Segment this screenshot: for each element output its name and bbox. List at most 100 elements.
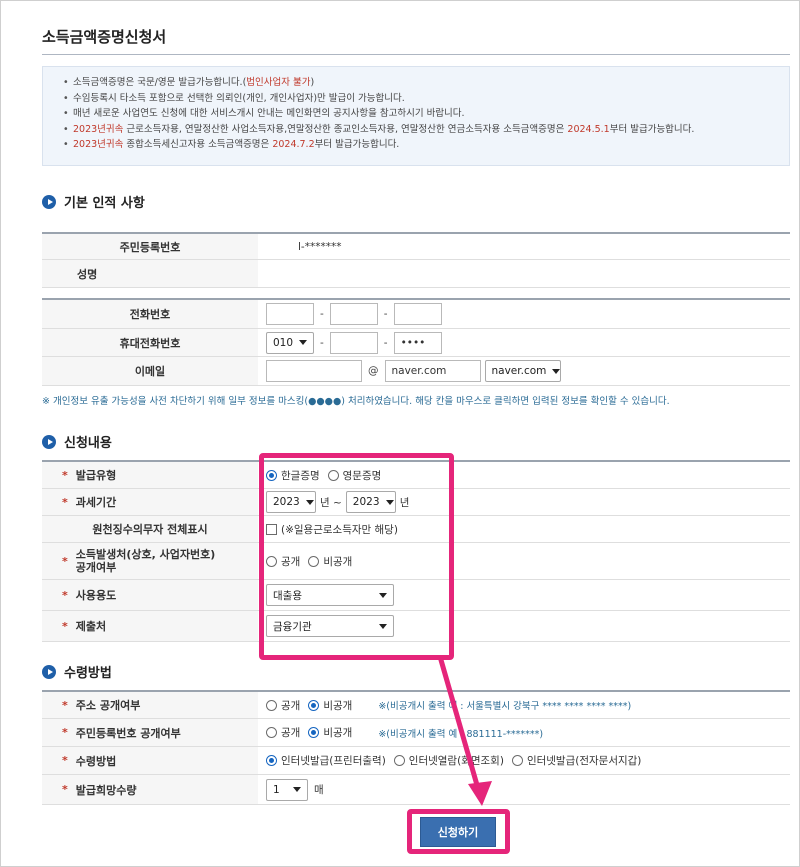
withholder-checkbox[interactable]: (※일용근로소득자만 해당) [266, 522, 398, 537]
income-source-row: * 소득발생처(상호, 사업자번호) 공개여부 공개 비공개 [42, 543, 790, 580]
name-row: 성명 [42, 260, 790, 288]
name-value [258, 260, 790, 287]
phone-label: 전화번호 [42, 300, 258, 328]
radio-unchecked-icon [266, 555, 277, 567]
page-title: 소득금액증명신청서 [42, 28, 167, 46]
notice-line-3: 매년 새로운 사업연도 신청에 대한 서비스개시 안내는 메인화면의 공지사항을… [63, 106, 789, 122]
phone-part2-input[interactable] [329, 303, 378, 325]
mobile-last-input[interactable]: •••• [393, 331, 442, 354]
submit-button[interactable]: 신청하기 [420, 817, 496, 847]
rrn-private-radio[interactable]: 비공개 [308, 725, 352, 740]
rrn-public-radio[interactable]: 공개 [266, 725, 300, 740]
address-public-radio[interactable]: 공개 [266, 698, 300, 713]
radio-checked-icon [266, 469, 277, 481]
quantity-row: * 발급희망수량 1 매 [42, 775, 790, 805]
email-at-sign: @ [368, 365, 379, 377]
address-example-text: ※(비공개시 출력 예 : 서울특별시 강북구 **** **** **** *… [378, 701, 632, 712]
tax-period-row: * 과세기간 2023 년 ~ 2023 년 [42, 489, 790, 516]
mobile-middle-input[interactable] [329, 331, 378, 354]
notice-box: 소득금액증명은 국문/영문 발급가능합니다.(법인사업자 불가) 수임등록시 타… [42, 66, 790, 166]
email-label: 이메일 [42, 357, 258, 385]
chevron-down-icon [379, 623, 387, 629]
purpose-select[interactable]: 대출용 [266, 584, 394, 606]
quantity-label: * 발급희망수량 [42, 775, 258, 804]
rrn-open-label: * 주민등록번호 공개여부 [42, 719, 258, 746]
rrn-label: 주민등록번호 [42, 234, 258, 259]
mobile-row: 휴대전화번호 010 - - •••• [42, 329, 790, 357]
withholder-row: 원천징수의무자 전체표시 (※일용근로소득자만 해당) [42, 516, 790, 543]
chevron-down-icon [305, 499, 314, 505]
method-print-radio[interactable]: 인터넷발급(프린터출력) [266, 753, 386, 768]
quantity-select[interactable]: 1 [266, 778, 308, 801]
submit-to-row: * 제출처 금융기관 [42, 611, 790, 642]
rrn-example-text: ※(비공개시 출력 예 : 881111-*******) [378, 728, 544, 740]
period-to-select[interactable]: 2023 [345, 491, 396, 513]
radio-checked-icon [266, 755, 277, 766]
email-id-input[interactable] [266, 360, 362, 382]
chevron-down-icon [299, 340, 308, 345]
radio-unchecked-icon [511, 755, 523, 766]
mobile-prefix-select[interactable]: 010 [266, 331, 314, 354]
issue-type-row: * 발급유형 한글증명 영문증명 [42, 462, 790, 489]
receive-method-row: * 수령방법 인터넷발급(프린터출력) 인터넷열람(화면조회) 인터넷발급(전자문… [42, 747, 790, 775]
application-heading: 신청내용 [42, 432, 112, 451]
rrn-row: 주민등록번호 l-******* [42, 234, 790, 260]
source-public-radio[interactable]: 공개 [266, 554, 300, 569]
issue-type-label: * 발급유형 [42, 462, 258, 488]
radio-checked-icon [308, 727, 320, 738]
notice-line-5: 2023년귀속 종합소득세신고자용 소득금액증명은 2024.7.2부터 발급가… [63, 137, 789, 153]
checkbox-icon [266, 523, 277, 535]
phone-part1-input[interactable] [266, 303, 314, 325]
rrn-open-row: * 주민등록번호 공개여부 공개 비공개 ※(비공개시 출력 예 : 881111… [42, 719, 790, 747]
notice-line-4: 2023년귀속 근로소득자용, 연말정산한 사업소득자용,연말정산한 종교인소득… [63, 122, 789, 138]
radio-unchecked-icon [327, 469, 339, 481]
withholder-label: 원천징수의무자 전체표시 [42, 516, 258, 542]
purpose-row: * 사용용도 대출용 [42, 580, 790, 611]
receive-table: * 주소 공개여부 공개 비공개 ※(비공개시 출력 예 : 서울특별시 강북구 … [42, 690, 790, 805]
email-domain-input[interactable]: naver.com [384, 360, 481, 382]
submit-to-label: * 제출처 [42, 611, 258, 641]
submit-to-select[interactable]: 금융기관 [266, 615, 394, 637]
radio-unchecked-icon [393, 755, 405, 766]
rrn-value: l-******* [298, 240, 342, 253]
purpose-label: * 사용용도 [42, 580, 258, 610]
arrow-circle-icon [42, 434, 56, 449]
masking-notice: ※ 개인정보 유출 가능성을 사전 차단하기 위해 일부 정보를 마스킹(●●●… [42, 396, 670, 407]
arrow-circle-icon [42, 194, 56, 209]
application-table: * 발급유형 한글증명 영문증명 * 과세기간 2023 년 ~ 2023 년 원천… [42, 460, 790, 642]
identity-table: 주민등록번호 l-******* 성명 [42, 232, 790, 288]
basic-info-heading: 기본 인적 사항 [42, 192, 145, 211]
title-divider [42, 54, 790, 55]
notice-line-2: 수임등록시 타소득 포함으로 선택한 의뢰인(개인, 개인사업자)만 발급이 가… [63, 91, 789, 107]
address-private-radio[interactable]: 비공개 [308, 698, 352, 713]
email-row: 이메일 @ naver.com naver.com [42, 357, 790, 386]
english-cert-radio[interactable]: 영문증명 [327, 468, 381, 483]
name-label: 성명 [42, 260, 258, 287]
chevron-down-icon [385, 499, 394, 505]
period-from-select[interactable]: 2023 [266, 491, 316, 513]
tax-period-label: * 과세기간 [42, 489, 258, 515]
radio-checked-icon [308, 699, 320, 711]
phone-row: 전화번호 - - [42, 300, 790, 329]
email-domain-select[interactable]: naver.com [484, 360, 561, 382]
method-wallet-radio[interactable]: 인터넷발급(전자문서지갑) [511, 753, 641, 768]
chevron-down-icon [552, 368, 561, 374]
notice-line-1: 소득금액증명은 국문/영문 발급가능합니다.(법인사업자 불가) [63, 75, 789, 91]
contact-table: 전화번호 - - 휴대전화번호 010 - - •••• 이메일 @ naver… [42, 298, 790, 386]
income-source-label: * 소득발생처(상호, 사업자번호) 공개여부 [42, 543, 258, 579]
arrow-circle-icon [42, 664, 56, 679]
radio-unchecked-icon [266, 699, 277, 711]
mobile-label: 휴대전화번호 [42, 329, 258, 356]
address-open-label: * 주소 공개여부 [42, 692, 258, 718]
radio-unchecked-icon [308, 555, 320, 567]
korean-cert-radio[interactable]: 한글증명 [266, 468, 320, 483]
address-open-row: * 주소 공개여부 공개 비공개 ※(비공개시 출력 예 : 서울특별시 강북구 … [42, 692, 790, 719]
source-private-radio[interactable]: 비공개 [308, 554, 352, 569]
method-view-radio[interactable]: 인터넷열람(화면조회) [393, 753, 504, 768]
radio-unchecked-icon [266, 727, 277, 738]
chevron-down-icon [293, 787, 301, 792]
phone-part3-input[interactable] [393, 303, 442, 325]
receive-method-label: * 수령방법 [42, 747, 258, 774]
receive-heading: 수령방법 [42, 662, 112, 681]
chevron-down-icon [379, 592, 387, 598]
